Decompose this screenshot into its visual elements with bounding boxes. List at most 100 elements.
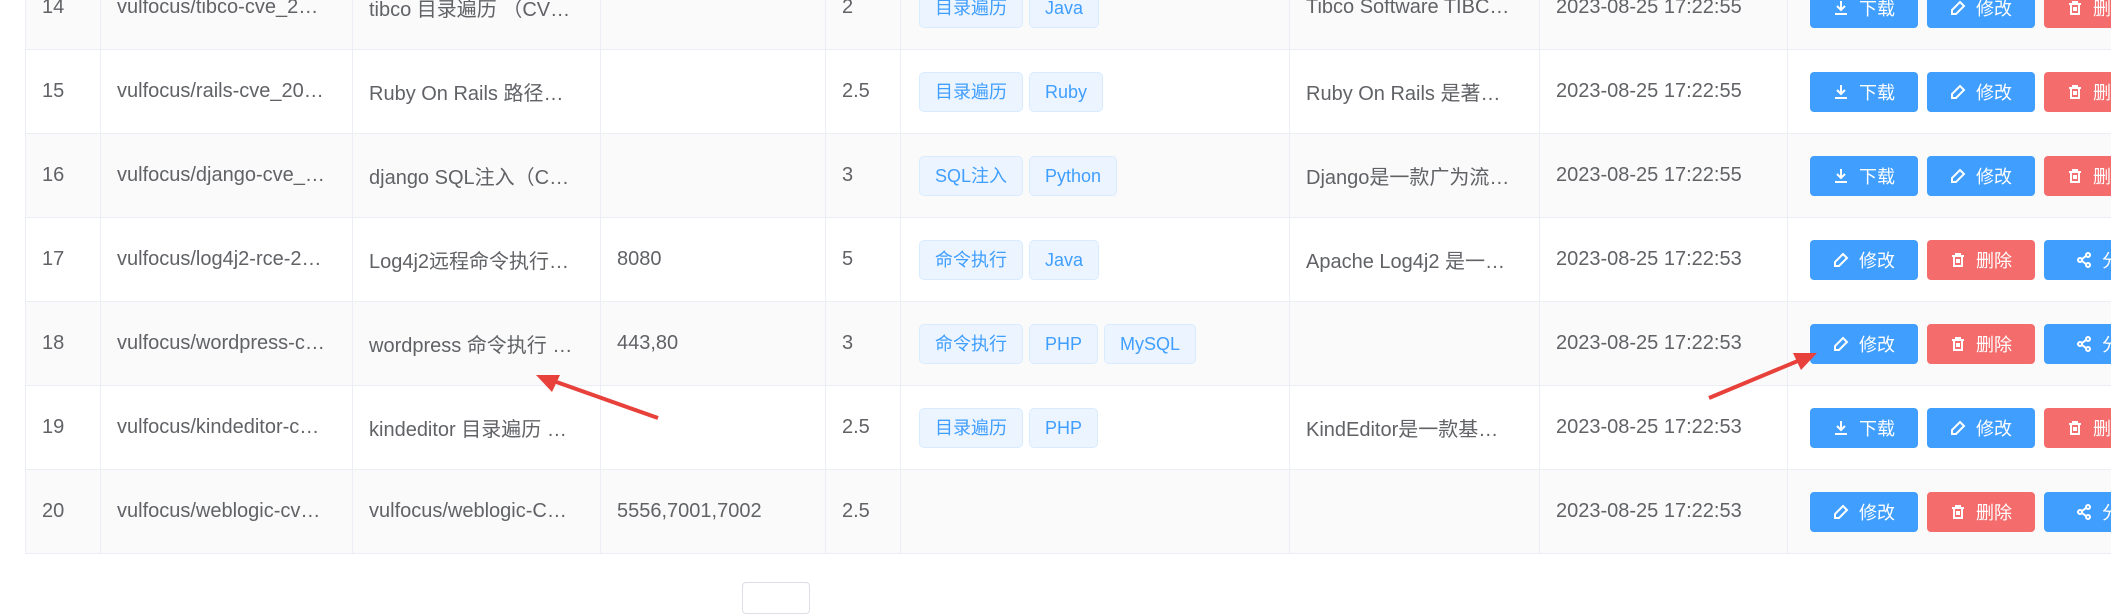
cell-tags: 目录遍历 PHP xyxy=(901,386,1290,469)
cell-rank-text: 5 xyxy=(842,248,854,270)
cell-rank-text: 2 xyxy=(842,0,854,18)
cell-id: 16 xyxy=(26,134,101,217)
download-button-label: 下载 xyxy=(1859,166,1895,187)
delete-button-label: 删除 xyxy=(2093,418,2111,439)
edit-button[interactable]: 修改 xyxy=(1810,323,1918,364)
cell-time: 2023-08-25 17:22:55 xyxy=(1540,134,1788,217)
delete-button[interactable]: 删除 xyxy=(2044,0,2111,28)
cell-rank: 2 xyxy=(826,0,901,49)
table-row: 20 vulfocus/weblogic-cv… vulfocus/weblogic… xyxy=(26,470,2111,554)
delete-button-label: 删除 xyxy=(1976,502,2012,523)
delete-button-label: 删除 xyxy=(2093,82,2111,103)
edit-button-label: 修改 xyxy=(1859,502,1895,523)
cell-image-text: vulfocus/log4j2-rce-2… xyxy=(117,248,322,270)
table-row: 19 vulfocus/kindeditor-c… kindeditor 目录遍历 … xyxy=(26,386,2111,470)
edit-button[interactable]: 修改 xyxy=(1927,407,2035,448)
cell-tags: 命令执行 Java xyxy=(901,218,1290,301)
table-row: 16 vulfocus/django-cve_… django SQL注入（C… 3 S… xyxy=(26,134,2111,218)
cell-rank: 2.5 xyxy=(826,386,901,469)
edit-icon xyxy=(1833,336,1849,352)
edit-button-label: 修改 xyxy=(1976,166,2012,187)
download-button[interactable]: 下载 xyxy=(1810,0,1918,28)
edit-button-label: 修改 xyxy=(1859,250,1895,271)
edit-button[interactable]: 修改 xyxy=(1927,0,2035,28)
cell-port xyxy=(601,50,826,133)
edit-button[interactable]: 修改 xyxy=(1927,155,2035,196)
cell-description: KindEditor是一款基… xyxy=(1290,386,1540,469)
table-row: 14 vulfocus/tibco-cve_2… tibco 目录遍历 （CV… 2 目… xyxy=(26,0,2111,50)
cell-id: 20 xyxy=(26,470,101,553)
delete-button[interactable]: 删除 xyxy=(1927,491,2035,532)
cell-actions: 修改 删除 分 xyxy=(1788,302,2111,385)
share-button[interactable]: 分 xyxy=(2044,323,2111,364)
cell-actions: 下载 修改 删除 xyxy=(1788,386,2111,469)
delete-icon xyxy=(2067,0,2083,16)
cell-id-text: 20 xyxy=(42,500,65,522)
delete-button[interactable]: 删除 xyxy=(2044,71,2111,112)
edit-button-label: 修改 xyxy=(1859,334,1895,355)
cell-description-text: Apache Log4j2 是一… xyxy=(1306,251,1506,273)
cell-id: 15 xyxy=(26,50,101,133)
pagination-button[interactable] xyxy=(742,582,810,614)
cell-name: vulfocus/weblogic-C… xyxy=(353,470,601,553)
cell-description: Apache Log4j2 是一… xyxy=(1290,218,1540,301)
cell-tags xyxy=(901,470,1290,553)
edit-button-label: 修改 xyxy=(1976,0,2012,19)
delete-button[interactable]: 删除 xyxy=(2044,407,2111,448)
cell-time-text: 2023-08-25 17:22:53 xyxy=(1556,332,1742,354)
delete-button-label: 删除 xyxy=(1976,250,2012,271)
cell-name: tibco 目录遍历 （CV… xyxy=(353,0,601,49)
cell-id: 19 xyxy=(26,386,101,469)
cell-name-text: tibco 目录遍历 （CV… xyxy=(369,0,571,21)
delete-button[interactable]: 删除 xyxy=(1927,239,2035,280)
cell-id-text: 19 xyxy=(42,416,65,438)
download-button-label: 下载 xyxy=(1859,82,1895,103)
download-icon xyxy=(1833,84,1849,100)
cell-image-text: vulfocus/rails-cve_20… xyxy=(117,80,324,102)
tag: MySQL xyxy=(1104,323,1197,364)
cell-time-text: 2023-08-25 17:22:55 xyxy=(1556,0,1742,18)
cell-id-text: 14 xyxy=(42,0,65,18)
cell-rank-text: 2.5 xyxy=(842,500,870,522)
edit-button[interactable]: 修改 xyxy=(1927,71,2035,112)
edit-button[interactable]: 修改 xyxy=(1810,491,1918,532)
cell-tags: SQL注入 Python xyxy=(901,134,1290,217)
download-button[interactable]: 下载 xyxy=(1810,71,1918,112)
cell-image: vulfocus/rails-cve_20… xyxy=(101,50,353,133)
edit-icon xyxy=(1950,0,1966,16)
cell-port xyxy=(601,386,826,469)
edit-icon xyxy=(1833,252,1849,268)
table-row: 17 vulfocus/log4j2-rce-2… Log4j2远程命令执行… 808… xyxy=(26,218,2111,302)
cell-port xyxy=(601,134,826,217)
cell-image: vulfocus/kindeditor-c… xyxy=(101,386,353,469)
cell-time: 2023-08-25 17:22:53 xyxy=(1540,218,1788,301)
tag: Python xyxy=(1029,155,1118,196)
cell-name: django SQL注入（C… xyxy=(353,134,601,217)
edit-button[interactable]: 修改 xyxy=(1810,239,1918,280)
download-icon xyxy=(1833,0,1849,16)
share-button[interactable]: 分 xyxy=(2044,239,2111,280)
cell-rank: 3 xyxy=(826,134,901,217)
tag: 目录遍历 xyxy=(919,71,1023,112)
cell-tags: 目录遍历 Java xyxy=(901,0,1290,49)
download-button[interactable]: 下载 xyxy=(1810,407,1918,448)
delete-icon xyxy=(2067,168,2083,184)
cell-tags: 命令执行 PHP MySQL xyxy=(901,302,1290,385)
download-button[interactable]: 下载 xyxy=(1810,155,1918,196)
share-icon xyxy=(2076,335,2092,352)
delete-button[interactable]: 删除 xyxy=(2044,155,2111,196)
cell-port-text: 5556,7001,7002 xyxy=(617,500,762,522)
tag: 目录遍历 xyxy=(919,0,1023,28)
cell-image: vulfocus/tibco-cve_2… xyxy=(101,0,353,49)
cell-name-text: Ruby On Rails 路径… xyxy=(369,83,564,105)
cell-image-text: vulfocus/django-cve_… xyxy=(117,164,325,186)
edit-button-label: 修改 xyxy=(1976,82,2012,103)
cell-description-text: Ruby On Rails 是著… xyxy=(1306,83,1501,105)
tag: Java xyxy=(1029,0,1100,28)
download-icon xyxy=(1833,168,1849,184)
download-icon xyxy=(1833,420,1849,436)
share-button[interactable]: 分 xyxy=(2044,491,2111,532)
cell-time-text: 2023-08-25 17:22:55 xyxy=(1556,164,1742,186)
delete-button[interactable]: 删除 xyxy=(1927,323,2035,364)
cell-rank-text: 3 xyxy=(842,332,854,354)
